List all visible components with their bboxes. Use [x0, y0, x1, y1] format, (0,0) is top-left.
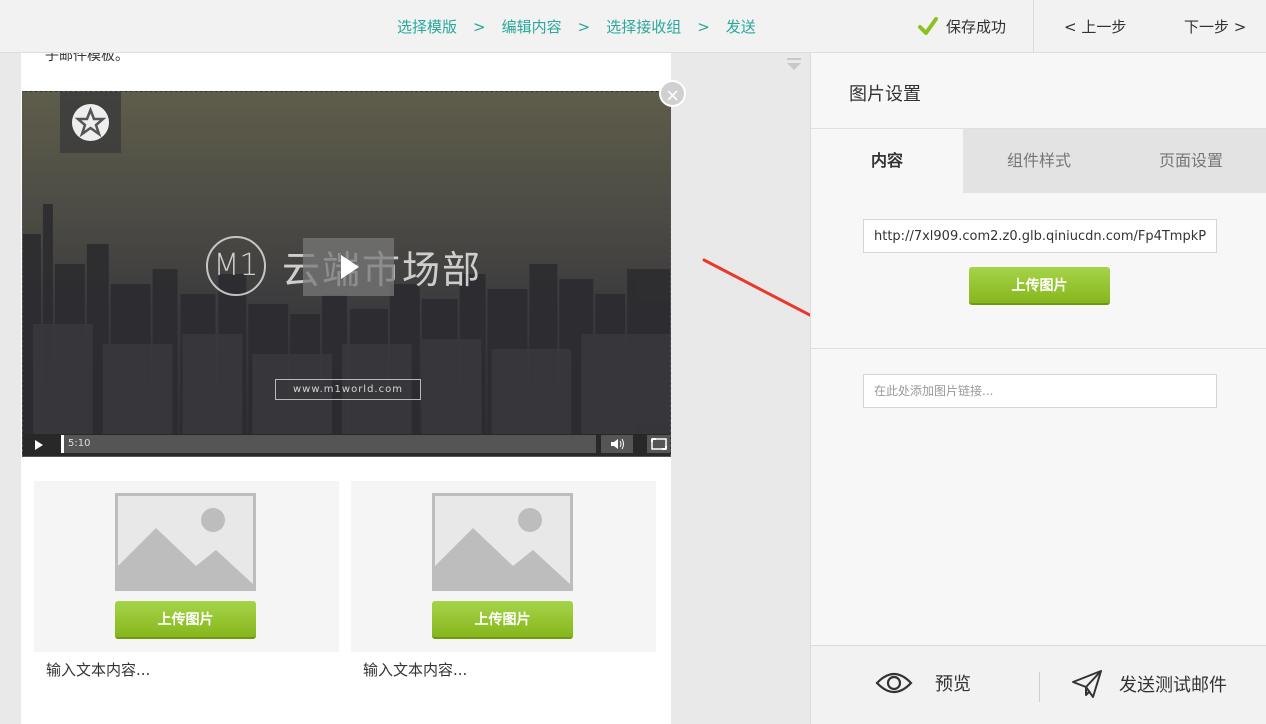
panel-footer: 预览 发送测试邮件	[811, 645, 1266, 724]
divider	[1033, 0, 1034, 53]
step-select-template[interactable]: 选择模版	[397, 16, 457, 37]
upload-image-button[interactable]: 上传图片	[969, 267, 1110, 305]
email-canvas: 子邮件模板。 M1云端市场部	[21, 53, 671, 724]
image-block[interactable]: 上传图片	[351, 481, 656, 652]
save-status-label: 保存成功	[946, 18, 1007, 36]
divider	[811, 348, 1266, 349]
panel-tabs: 内容 组件样式 页面设置	[811, 129, 1266, 193]
prev-step-button[interactable]: < 上一步	[1064, 16, 1126, 37]
top-bar: 选择模版 > 编辑内容 > 选择接收组 > 发送 保存成功 < 上一步 下一步 >	[0, 0, 1266, 53]
divider	[1039, 672, 1040, 702]
video-block[interactable]: M1云端市场部 www.m1world.com 5:10	[22, 91, 671, 457]
preview-label: 预览	[935, 674, 971, 695]
play-icon[interactable]	[303, 238, 394, 296]
text-block[interactable]: 输入文本内容...	[46, 659, 150, 680]
image-url-input[interactable]	[863, 219, 1217, 253]
step-separator: >	[697, 18, 710, 36]
next-step-button[interactable]: 下一步 >	[1184, 16, 1246, 37]
tab-page-settings[interactable]: 页面设置	[1115, 129, 1266, 193]
logo	[60, 92, 121, 153]
panel-title: 图片设置	[849, 84, 921, 105]
image-placeholder-icon	[115, 493, 256, 591]
upload-image-button[interactable]: 上传图片	[432, 601, 573, 639]
step-send[interactable]: 发送	[726, 16, 756, 37]
send-test-email-button[interactable]: 发送测试邮件	[1071, 668, 1227, 708]
text-block[interactable]: 输入文本内容...	[363, 659, 467, 680]
tab-content[interactable]: 内容	[811, 129, 963, 193]
step-separator: >	[473, 18, 486, 36]
close-icon[interactable]: ×	[659, 80, 686, 107]
collapse-icon[interactable]	[786, 57, 802, 71]
image-block[interactable]: 上传图片	[34, 481, 339, 652]
save-status: 保存成功	[918, 16, 1006, 37]
video-controls: 5:10	[23, 434, 670, 456]
video-time: 5:10	[68, 438, 91, 449]
volume-icon[interactable]	[601, 435, 633, 453]
image-placeholder-icon	[432, 493, 573, 591]
video-progress-bar[interactable]: 5:10	[61, 435, 596, 453]
step-select-group[interactable]: 选择接收组	[606, 16, 681, 37]
step-edit-content[interactable]: 编辑内容	[502, 16, 562, 37]
tab-component-style[interactable]: 组件样式	[963, 129, 1115, 193]
fullscreen-icon[interactable]	[647, 435, 670, 453]
logo-icon	[72, 104, 109, 141]
image-settings-panel: 图片设置 内容 组件样式 页面设置 上传图片 预览 发送测试邮件	[810, 53, 1266, 724]
check-icon	[918, 17, 938, 35]
text-block[interactable]: 子邮件模板。	[45, 53, 129, 65]
step-separator: >	[577, 18, 591, 36]
site-url: www.m1world.com	[275, 379, 421, 400]
paper-plane-icon	[1072, 670, 1102, 698]
play-icon[interactable]	[35, 440, 43, 450]
eye-icon	[875, 672, 913, 694]
upload-image-button[interactable]: 上传图片	[115, 601, 256, 639]
send-test-email-label: 发送测试邮件	[1119, 675, 1227, 696]
image-link-input[interactable]	[863, 374, 1217, 408]
preview-button[interactable]: 预览	[875, 668, 971, 708]
brand-mark: M1	[206, 236, 266, 296]
step-breadcrumb: 选择模版 > 编辑内容 > 选择接收组 > 发送	[397, 16, 756, 37]
